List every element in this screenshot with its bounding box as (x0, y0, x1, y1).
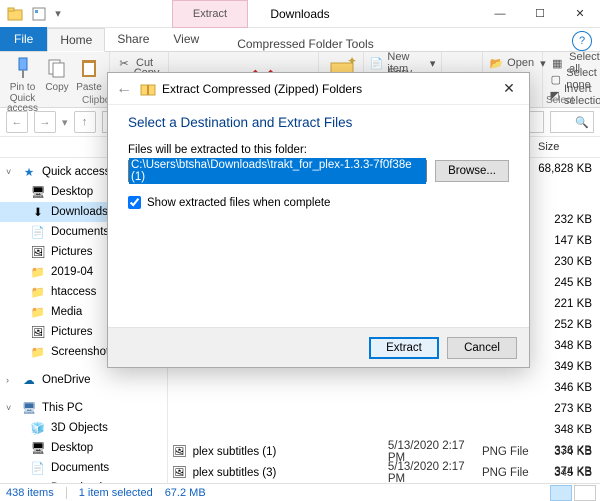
ribbon-tabs: File Home Share View Compressed Folder T… (0, 28, 600, 52)
monitor-icon: 🖥 (21, 400, 37, 416)
size-cell: 230 KB (538, 251, 600, 272)
nav-up-button[interactable]: ↑ (74, 111, 96, 133)
paste-button[interactable]: Paste (75, 54, 103, 94)
dialog-back-button[interactable]: ← (116, 80, 132, 98)
dialog-title: Extract Compressed (Zipped) Folders (162, 82, 362, 96)
file-icon: 🖼 (172, 465, 187, 481)
size-cell: 346 KB (538, 377, 600, 398)
folder-icon: 🖼 (30, 324, 46, 340)
show-files-checkbox-label: Show extracted files when complete (147, 197, 330, 209)
folder-icon: 🖥 (30, 440, 46, 456)
folder-icon: 🖼 (30, 244, 46, 260)
column-size[interactable]: Size (538, 141, 600, 153)
folder-icon: 📁 (30, 344, 46, 360)
copy-button[interactable]: Copy (43, 54, 71, 94)
size-cell: 349 KB (538, 356, 600, 377)
folder-icon: 📄 (30, 460, 46, 476)
size-cell: 348 KB (538, 335, 600, 356)
window-title: Downloads (270, 7, 329, 21)
scissors-icon: ✂ (116, 55, 132, 71)
tab-share[interactable]: Share (105, 27, 161, 51)
folder-icon: 🖥 (30, 184, 46, 200)
star-icon: ★ (21, 164, 37, 180)
status-selected-size: 67.2 MB (165, 487, 206, 499)
search-icon: 🔍 (575, 116, 589, 129)
size-cell: 273 KB (538, 398, 600, 419)
title-bar: ▾ Extract Downloads — ☐ ✕ (0, 0, 600, 28)
view-large-icons-button[interactable] (574, 485, 596, 501)
tree-this-pc[interactable]: ˅🖥This PC (0, 398, 167, 418)
window-controls: — ☐ ✕ (480, 0, 600, 28)
extract-dialog: ← Extract Compressed (Zipped) Folders ✕ … (107, 72, 530, 368)
size-cell: 252 KB (538, 314, 600, 335)
dialog-heading: Select a Destination and Extract Files (128, 115, 509, 130)
destination-path-input[interactable]: C:\Users\btsha\Downloads\trakt_for_plex-… (128, 160, 427, 182)
tree-pc-documents[interactable]: 📄Documents (0, 458, 167, 478)
minimize-button[interactable]: — (480, 0, 520, 28)
folder-icon: 📁 (30, 264, 46, 280)
close-window-button[interactable]: ✕ (560, 0, 600, 28)
ribbon-group-select-label: Select (546, 95, 574, 106)
size-cell (538, 179, 600, 209)
open-button[interactable]: 📂Open▾ (489, 55, 536, 71)
tab-view[interactable]: View (161, 27, 211, 51)
file-icon: 🖼 (172, 444, 187, 460)
size-cell: 245 KB (538, 272, 600, 293)
dialog-close-button[interactable]: ✕ (497, 80, 521, 97)
show-files-checkbox-input[interactable] (128, 196, 141, 209)
pin-icon (9, 54, 37, 82)
cancel-button[interactable]: Cancel (447, 337, 517, 359)
dialog-footer: Extract Cancel (108, 327, 529, 367)
file-row[interactable]: 🖼plex subtitles (1)5/13/2020 2:17 PMPNG … (168, 441, 600, 462)
qat-properties-icon[interactable] (28, 3, 50, 25)
contextual-tab-extract: Extract (172, 0, 248, 28)
browse-button[interactable]: Browse... (435, 160, 509, 182)
tab-compressed-tools[interactable]: Compressed Folder Tools (229, 37, 382, 51)
folder-icon: 📁 (30, 284, 46, 300)
extract-button[interactable]: Extract (369, 337, 439, 359)
folder-icon: ⬇ (30, 204, 46, 220)
status-bar: 438 items 1 item selected 67.2 MB (0, 483, 600, 501)
nav-recent-dropdown[interactable]: ▾ (62, 116, 68, 129)
qat-dropdown-icon[interactable]: ▾ (52, 3, 64, 25)
tree-pc-3d-objects[interactable]: 🧊3D Objects (0, 418, 167, 438)
size-cell: 147 KB (538, 230, 600, 251)
zip-folder-icon (140, 81, 156, 97)
select-all-icon: ▦ (549, 55, 565, 71)
tab-home[interactable]: Home (47, 28, 105, 52)
size-cell: 68,828 KB (538, 158, 600, 179)
dialog-titlebar: ← Extract Compressed (Zipped) Folders ✕ (108, 73, 529, 105)
folder-icon: 🧊 (30, 420, 46, 436)
maximize-button[interactable]: ☐ (520, 0, 560, 28)
tree-pc-desktop[interactable]: 🖥Desktop (0, 438, 167, 458)
explorer-icon[interactable] (4, 3, 26, 25)
open-icon: 📂 (489, 55, 503, 71)
file-row[interactable]: 🖼plex subtitles (3)5/13/2020 2:17 PMPNG … (168, 462, 600, 483)
show-files-checkbox[interactable]: Show extracted files when complete (128, 196, 509, 209)
svg-text:✦: ✦ (347, 55, 357, 68)
status-item-count: 438 items (6, 487, 54, 499)
cloud-icon: ☁ (21, 372, 37, 388)
tab-file[interactable]: File (0, 27, 47, 51)
folder-icon: 📁 (30, 304, 46, 320)
paste-icon (75, 54, 103, 82)
help-icon[interactable]: ? (572, 31, 592, 51)
size-column-values: 68,828 KB232 KB147 KB230 KB245 KB221 KB2… (538, 158, 600, 483)
view-details-button[interactable] (550, 485, 572, 501)
pin-quick-access-button[interactable]: Pin to Quick access (6, 54, 39, 115)
size-cell: 348 KB (538, 419, 600, 440)
search-box[interactable]: 🔍 (550, 111, 594, 133)
status-selected-count: 1 item selected (79, 487, 153, 499)
select-none-icon: ▢ (549, 71, 562, 87)
quick-access-toolbar: ▾ (0, 3, 68, 25)
new-item-icon: 📄 (370, 55, 384, 71)
folder-icon: 📄 (30, 224, 46, 240)
tree-onedrive[interactable]: ›☁OneDrive (0, 370, 167, 390)
size-cell: 221 KB (538, 293, 600, 314)
size-cell: 232 KB (538, 209, 600, 230)
copy-icon (43, 54, 71, 82)
dialog-folder-label: Files will be extracted to this folder: (128, 144, 509, 156)
